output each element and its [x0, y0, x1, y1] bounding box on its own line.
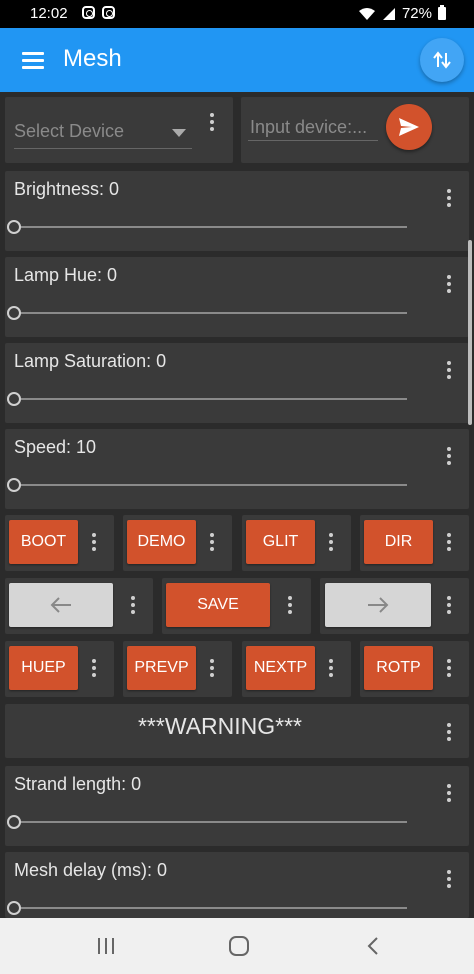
- lamp-saturation-slider-track[interactable]: [19, 398, 407, 400]
- speed-menu-kebab-icon[interactable]: [441, 445, 457, 467]
- huep-button[interactable]: HUEP: [9, 646, 78, 690]
- left-arrow-menu-kebab-icon[interactable]: [125, 594, 141, 616]
- navigation-bar: [0, 918, 474, 974]
- glit-button[interactable]: GLIT: [246, 520, 315, 564]
- boot-card: BOOT: [5, 515, 114, 571]
- send-button[interactable]: [386, 104, 432, 150]
- speed-card: Speed: 10: [5, 429, 469, 509]
- prevp-card: PREVP: [123, 641, 232, 697]
- warning-menu-kebab-icon[interactable]: [441, 721, 457, 743]
- prevp-button[interactable]: PREVP: [127, 646, 196, 690]
- huep-card: HUEP: [5, 641, 114, 697]
- lamp-hue-card: Lamp Hue: 0: [5, 257, 469, 337]
- warning-card: ***WARNING***: [5, 704, 469, 758]
- speed-slider-thumb[interactable]: [7, 478, 21, 492]
- device-menu-kebab-icon[interactable]: [204, 111, 220, 133]
- brightness-slider-thumb[interactable]: [7, 220, 21, 234]
- instagram-icon: [102, 6, 115, 19]
- right-arrow-button[interactable]: [325, 583, 431, 627]
- right-arrow-menu-kebab-icon[interactable]: [441, 594, 457, 616]
- nextp-button[interactable]: NEXTP: [246, 646, 315, 690]
- dropdown-arrow-icon: [172, 129, 186, 137]
- mesh-delay-label: Mesh delay (ms): 0: [14, 860, 168, 880]
- demo-card: DEMO: [123, 515, 232, 571]
- rotp-button[interactable]: ROTP: [364, 646, 433, 690]
- app-title: Mesh: [63, 45, 122, 72]
- speed-slider-track[interactable]: [19, 484, 407, 486]
- save-menu-kebab-icon[interactable]: [282, 594, 298, 616]
- brightness-card: Brightness: 0: [5, 171, 469, 251]
- signal-icon: [382, 7, 395, 20]
- strand-length-menu-kebab-icon[interactable]: [441, 782, 457, 804]
- mesh-delay-slider-track[interactable]: [19, 907, 407, 909]
- boot-menu-kebab-icon[interactable]: [86, 531, 102, 553]
- instagram-icon: [82, 6, 95, 19]
- brightness-slider-track[interactable]: [19, 226, 407, 228]
- send-icon: [399, 118, 419, 136]
- input-device-field[interactable]: Input device:...: [248, 111, 378, 141]
- demo-button[interactable]: DEMO: [127, 520, 196, 564]
- recent-apps-icon[interactable]: [96, 937, 116, 955]
- strand-length-label: Strand length: 0: [14, 774, 142, 794]
- input-device-placeholder: Input device:...: [250, 117, 368, 137]
- left-arrow-button[interactable]: [9, 583, 113, 627]
- battery-icon: [438, 5, 446, 20]
- save-card: SAVE: [162, 578, 311, 634]
- lamp-hue-slider-thumb[interactable]: [7, 306, 21, 320]
- right-arrow-card: [320, 578, 469, 634]
- arrow-left-icon: [50, 597, 71, 613]
- lamp-saturation-card: Lamp Saturation: 0: [5, 343, 469, 423]
- lamp-hue-slider-track[interactable]: [19, 312, 407, 314]
- huep-menu-kebab-icon[interactable]: [86, 657, 102, 679]
- left-arrow-card: [5, 578, 153, 634]
- back-icon[interactable]: [366, 936, 380, 956]
- glit-card: GLIT: [242, 515, 351, 571]
- app-bar: Mesh: [0, 28, 474, 92]
- strand-length-card: Strand length: 0: [5, 766, 469, 846]
- dir-button[interactable]: DIR: [364, 520, 433, 564]
- glit-menu-kebab-icon[interactable]: [323, 531, 339, 553]
- battery-percent: 72%: [401, 5, 432, 22]
- input-device-card: Input device:...: [241, 97, 469, 163]
- nextp-menu-kebab-icon[interactable]: [323, 657, 339, 679]
- arrow-right-icon: [368, 597, 389, 613]
- swap-vertical-button[interactable]: [420, 38, 464, 82]
- prevp-menu-kebab-icon[interactable]: [204, 657, 220, 679]
- status-time: 12:02: [30, 5, 68, 22]
- dir-menu-kebab-icon[interactable]: [441, 531, 457, 553]
- select-device-card: Select Device: [5, 97, 233, 163]
- demo-menu-kebab-icon[interactable]: [204, 531, 220, 553]
- nextp-card: NEXTP: [242, 641, 351, 697]
- warning-text: ***WARNING***: [137, 713, 302, 739]
- strand-length-slider-thumb[interactable]: [7, 815, 21, 829]
- select-device-placeholder: Select Device: [14, 121, 125, 141]
- mesh-delay-card: Mesh delay (ms): 0: [5, 852, 469, 918]
- select-device-dropdown[interactable]: Select Device: [14, 119, 192, 149]
- speed-label: Speed: 10: [14, 437, 97, 457]
- lamp-saturation-slider-thumb[interactable]: [7, 392, 21, 406]
- rotp-card: ROTP: [360, 641, 469, 697]
- lamp-saturation-menu-kebab-icon[interactable]: [441, 359, 457, 381]
- scrollbar[interactable]: [468, 240, 472, 425]
- wifi-icon: [358, 7, 375, 20]
- lamp-hue-label: Lamp Hue: 0: [14, 265, 118, 285]
- home-icon[interactable]: [228, 935, 250, 957]
- strand-length-slider-track[interactable]: [19, 821, 407, 823]
- dir-card: DIR: [360, 515, 469, 571]
- swap-vertical-icon: [433, 51, 451, 69]
- save-button[interactable]: SAVE: [166, 583, 270, 627]
- hamburger-icon[interactable]: [22, 52, 44, 69]
- mesh-delay-menu-kebab-icon[interactable]: [441, 868, 457, 890]
- mesh-delay-slider-thumb[interactable]: [7, 901, 21, 915]
- boot-button[interactable]: BOOT: [9, 520, 78, 564]
- lamp-saturation-label: Lamp Saturation: 0: [14, 351, 167, 371]
- brightness-label: Brightness: 0: [14, 179, 120, 199]
- rotp-menu-kebab-icon[interactable]: [441, 657, 457, 679]
- lamp-hue-menu-kebab-icon[interactable]: [441, 273, 457, 295]
- status-bar: 12:02 72%: [0, 0, 474, 28]
- brightness-menu-kebab-icon[interactable]: [441, 187, 457, 209]
